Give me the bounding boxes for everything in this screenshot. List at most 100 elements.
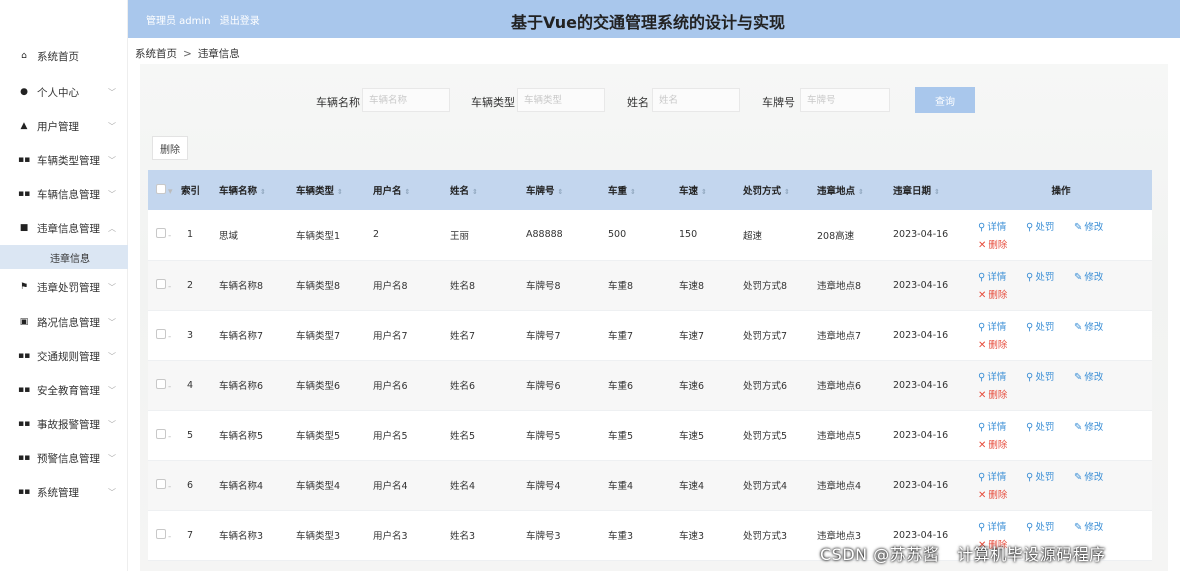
sidebar-item-0[interactable]: ⌂ 系统首页: [0, 42, 128, 70]
edit-button[interactable]: ✎ 修改: [1074, 469, 1103, 483]
edit-label: 修改: [1084, 272, 1104, 283]
penalty-button[interactable]: ⚲ 处罚: [1026, 419, 1054, 433]
column-header-1[interactable]: 车辆名称 ⇕: [219, 170, 296, 210]
row-checkbox[interactable]: [156, 278, 166, 289]
sidebar-item-11[interactable]: ▪▪ 预警信息管理 ﹀: [0, 444, 128, 472]
search-input-name[interactable]: [652, 88, 740, 112]
sidebar-item-6[interactable]: ⚑ 违章处罚管理 ﹀: [0, 273, 128, 301]
column-header-9[interactable]: 违章地点 ⇕: [817, 170, 893, 210]
delete-button[interactable]: ✕ 删除: [978, 287, 1007, 301]
table-cell: 车辆类型4: [296, 481, 341, 492]
column-header-2[interactable]: 车辆类型 ⇕: [296, 170, 373, 210]
sidebar-item-2[interactable]: ▲ 用户管理 ﹀: [0, 112, 128, 140]
edit-button[interactable]: ✎ 修改: [1074, 319, 1103, 333]
search-input-plate[interactable]: [800, 88, 890, 112]
penalty-button[interactable]: ⚲ 处罚: [1026, 219, 1054, 233]
edit-button[interactable]: ✎ 修改: [1074, 269, 1103, 283]
search-icon: ⚲: [1026, 422, 1034, 433]
detail-button[interactable]: ⚲ 详情: [978, 419, 1006, 433]
edit-button[interactable]: ✎ 修改: [1074, 519, 1103, 533]
sort-icon[interactable]: ⇕: [934, 188, 940, 196]
edit-button[interactable]: ✎ 修改: [1074, 369, 1103, 383]
search-input-vehicle-name[interactable]: [362, 88, 450, 112]
sidebar-item-8[interactable]: ▪▪ 交通规则管理 ﹀: [0, 342, 128, 370]
row-select[interactable]: -: [148, 360, 181, 410]
sort-icon[interactable]: ⇕: [405, 188, 411, 196]
penalty-button[interactable]: ⚲ 处罚: [1026, 319, 1054, 333]
sidebar-subitem-violation-info[interactable]: 违章信息: [0, 245, 128, 269]
table-cell: 用户名7: [373, 331, 408, 342]
column-header-3[interactable]: 用户名 ⇕: [373, 170, 450, 210]
query-button[interactable]: 查询: [915, 87, 975, 113]
row-checkbox[interactable]: [156, 478, 166, 489]
detail-button[interactable]: ⚲ 详情: [978, 369, 1006, 383]
search-label-vehicle-type: 车辆类型: [471, 96, 515, 109]
penalty-button[interactable]: ⚲ 处罚: [1026, 519, 1054, 533]
sort-icon[interactable]: ⇕: [558, 188, 564, 196]
sidebar-item-4[interactable]: ▪▪ 车辆信息管理 ﹀: [0, 180, 128, 208]
edit-button[interactable]: ✎ 修改: [1074, 219, 1103, 233]
delete-button[interactable]: ✕ 删除: [978, 487, 1007, 501]
breadcrumb-home[interactable]: 系统首页: [135, 48, 177, 60]
sort-icon[interactable]: ⇕: [784, 188, 790, 196]
sidebar-item-9[interactable]: ▪▪ 安全教育管理 ﹀: [0, 376, 128, 404]
column-header-5[interactable]: 车牌号 ⇕: [526, 170, 608, 210]
table-cell: 2: [187, 279, 194, 291]
row-select[interactable]: -: [148, 210, 181, 260]
delete-button[interactable]: ✕ 删除: [978, 437, 1007, 451]
row-checkbox[interactable]: [156, 528, 166, 539]
row-select[interactable]: -: [148, 460, 181, 510]
table-cell: 用户名3: [373, 531, 408, 542]
row-select[interactable]: -: [148, 310, 181, 360]
sort-icon[interactable]: ⇕: [858, 188, 864, 196]
row-select[interactable]: -: [148, 510, 181, 560]
detail-button[interactable]: ⚲ 详情: [978, 319, 1006, 333]
sidebar-item-7[interactable]: ▣ 路况信息管理 ﹀: [0, 308, 128, 336]
penalty-button[interactable]: ⚲ 处罚: [1026, 369, 1054, 383]
sort-icon[interactable]: ⇕: [472, 188, 478, 196]
delete-button[interactable]: ✕ 删除: [978, 387, 1007, 401]
sort-icon[interactable]: ⇕: [630, 188, 636, 196]
penalty-label: 处罚: [1035, 472, 1055, 483]
detail-button[interactable]: ⚲ 详情: [978, 519, 1006, 533]
sidebar-item-3[interactable]: ▪▪ 车辆类型管理 ﹀: [0, 146, 128, 174]
close-icon: ✕: [978, 440, 987, 451]
grid-icon: ▪▪: [18, 189, 31, 199]
detail-button[interactable]: ⚲ 详情: [978, 269, 1006, 283]
column-header-7[interactable]: 车速 ⇕: [679, 170, 743, 210]
row-checkbox[interactable]: [156, 228, 166, 239]
detail-button[interactable]: ⚲ 详情: [978, 219, 1006, 233]
table-cell: 1: [187, 229, 194, 241]
sort-icon[interactable]: ⇕: [337, 188, 343, 196]
search-icon: ⚲: [978, 422, 986, 433]
header-select-all[interactable]: ▾: [148, 170, 181, 210]
sort-icon[interactable]: ⇕: [701, 188, 707, 196]
chevron-down-icon: ﹀: [108, 385, 116, 395]
row-select[interactable]: -: [148, 410, 181, 460]
table-row: - 1 思域 车辆类型1 2 王丽 A88888 500 150 超速 208高速 2023-04-1…: [148, 210, 1152, 260]
column-header-8[interactable]: 处罚方式 ⇕: [743, 170, 817, 210]
edit-button[interactable]: ✎ 修改: [1074, 419, 1103, 433]
sidebar-item-1[interactable]: ● 个人中心 ﹀: [0, 78, 128, 106]
penalty-button[interactable]: ⚲ 处罚: [1026, 269, 1054, 283]
row-checkbox[interactable]: [156, 328, 166, 339]
chevron-down-icon: ﹀: [108, 121, 116, 131]
search-input-vehicle-type[interactable]: [517, 88, 605, 112]
column-header-10[interactable]: 违章日期 ⇕: [893, 170, 970, 210]
sort-icon[interactable]: ⇕: [260, 188, 266, 196]
batch-delete-button[interactable]: 删除: [152, 136, 188, 160]
delete-button[interactable]: ✕ 删除: [978, 337, 1007, 351]
sidebar-item-10[interactable]: ▪▪ 事故报警管理 ﹀: [0, 410, 128, 438]
penalty-button[interactable]: ⚲ 处罚: [1026, 469, 1054, 483]
column-header-4[interactable]: 姓名 ⇕: [450, 170, 526, 210]
detail-button[interactable]: ⚲ 详情: [978, 469, 1006, 483]
row-select[interactable]: -: [148, 260, 181, 310]
row-checkbox[interactable]: [156, 378, 166, 389]
select-all-checkbox[interactable]: [156, 183, 166, 194]
row-checkbox[interactable]: [156, 428, 166, 439]
table-cell: 5: [187, 429, 194, 441]
delete-button[interactable]: ✕ 删除: [978, 237, 1007, 251]
sidebar-item-12[interactable]: ▪▪ 系统管理 ﹀: [0, 478, 128, 506]
sidebar-item-5[interactable]: ■ 违章信息管理 ︿: [0, 214, 128, 242]
column-header-6[interactable]: 车重 ⇕: [608, 170, 679, 210]
